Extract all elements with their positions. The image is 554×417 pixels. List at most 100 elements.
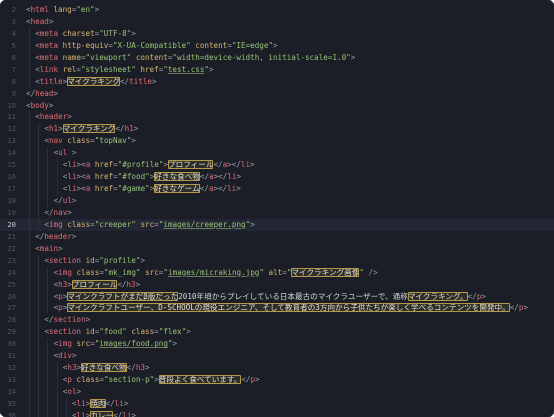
line-number: 3 [11,16,16,26]
code-token: meta [39,28,59,38]
code-line[interactable]: 31 <div> [0,350,554,363]
indent-guide [29,278,30,291]
indent-guide [29,75,30,88]
code-line[interactable]: 9 </head> [0,88,554,100]
code-token: header [44,231,72,241]
code-line[interactable]: 8 <title>マイクラキング</title> [0,75,554,88]
code-line[interactable]: 24 <img class="mk_img" src="images/micrak… [0,266,554,279]
indent-guide [29,206,30,219]
line-number: 8 [11,76,16,86]
code-token: li [67,184,77,194]
code-token: > [236,184,241,194]
indent-guide [38,338,40,351]
highlighted-text: 好きな食べ物 [154,172,200,182]
code-line[interactable]: 4 <meta charset="UTF-8"> [0,27,554,40]
indent-guide [38,326,40,339]
code-token: > [94,5,100,14]
code-token: > [135,279,141,289]
line-number: 34 [7,387,16,396]
code-line[interactable]: 7 <link rel="stylesheet" href="test.css"> [0,63,554,76]
indent-guide [29,362,30,375]
code-line[interactable]: 34 <ol> [0,386,554,398]
code-line[interactable]: 25 <h3>プロフィール</h3> [0,278,554,291]
indent-guide [29,374,30,386]
highlighted-text: マイクラキング。 [407,291,468,301]
code-line[interactable]: 14 <ul > [0,147,554,160]
code-token: "section-p" [103,375,155,385]
indent-guide [56,409,58,417]
code-token: images/creeper.png [163,219,246,229]
indent-guide [29,230,30,243]
code-line[interactable]: 26 <p>マインクラフトがまだβ版だった2010年頃からプレイしている日本最古の… [0,290,554,303]
code-line[interactable]: 23 <section id="profile"> [0,254,554,267]
highlighted-text: 好きなゲーム [154,184,200,194]
code-token: html [30,5,49,14]
indent-guide [38,409,40,417]
indent-guide [47,374,49,386]
indent-guide [38,254,40,267]
code-line[interactable]: 36 <li>カレー</li> [0,409,554,417]
code-line[interactable]: 16 <li><a href="#food">好きな食べ物</a></li> [0,171,554,184]
code-token: img [58,267,72,277]
code-token: > [152,76,157,86]
highlighted-text: プロフィール [71,279,118,289]
code-token: > [255,375,260,385]
code-line[interactable]: 5 <meta http-equiv="X-UA-Compatible" cont… [0,39,554,52]
code-token: title [39,76,63,86]
code-token: </ [199,184,209,194]
code-text: <h1>マイクラキング</h1> [44,123,138,135]
code-line[interactable]: 29 <section id="food" class="flex"> [0,326,554,339]
code-line[interactable]: 13 <nav class="topNav"> [0,135,554,148]
code-editor[interactable]: 2 <html lang="en"> 3 <head> 4 <meta charset="… [0,0,554,417]
code-token: </ [213,160,223,170]
code-lines[interactable]: 2 <html lang="en"> 3 <head> 4 <meta charset="… [0,4,554,417]
code-token: section [48,255,81,265]
code-token: > [48,16,54,26]
highlighted-text: マイクラキング画像 [291,267,360,277]
code-line[interactable]: 11 <header> [0,111,554,124]
indent-guide [56,183,58,195]
code-line[interactable]: 21 </header> [0,230,554,243]
code-text: </header> [35,231,76,243]
code-text: </ul> [54,195,77,207]
code-line[interactable]: 19 </nav> [0,206,554,219]
code-line[interactable]: 30 <img src="images/food.png"> [0,338,554,351]
code-token: </ [509,303,519,313]
code-token: > [58,243,63,253]
indent-guide [56,374,58,386]
line-number: 7 [11,64,16,74]
line-number: 20 [7,219,16,229]
code-line[interactable]: 3 <head> [0,16,554,28]
code-line[interactable]: 33 <p class="section-p">普段よく食べています。</p> [0,374,554,386]
indent-guide [38,350,40,363]
indent-guide [65,409,67,417]
code-line[interactable]: 2 <html lang="en"> [0,4,554,16]
code-line[interactable]: 22 <main> [0,242,554,255]
code-line[interactable]: 18 </ul> [0,195,554,207]
code-line[interactable]: 10 <body> [0,100,554,112]
code-token: "#profile" [117,160,164,170]
code-token: "flex" [158,327,187,337]
code-token: lang [53,5,72,14]
code-line[interactable]: 12 <h1>マイクラキング</h1> [0,123,554,136]
code-token: > [140,255,146,265]
indent-guide [29,159,30,172]
code-line[interactable]: 17 <li><a href="#game">好きなゲーム</a></li> [0,183,554,195]
line-number: 32 [7,363,16,373]
code-line[interactable]: 35 <li>焼肉</li> [0,397,554,410]
code-line[interactable]: 6 <meta name="viewport" content="width=de… [0,51,554,64]
code-line[interactable]: 28 </section> [0,314,554,327]
highlighted-text: プロフィール [168,160,214,170]
code-token: "mk_img" [103,267,141,277]
code-token: section [48,327,81,337]
code-token: id [85,327,95,337]
code-line[interactable]: 27 <p>マインクラフトユーザー、D-SCHOOLの現役エンジニア、そして教育者… [0,302,554,315]
code-token: > [71,231,77,241]
code-line[interactable]: 20 <img class="creeper" src="images/creep… [0,218,554,231]
code-line[interactable]: 15 <li><a href="#profile">プロフィール</a></li> [0,159,554,172]
code-token: > [76,387,82,396]
code-line[interactable]: 32 <h3>好きな食べ物</h3> [0,362,554,375]
code-text: <li><a href="#food">好きな食べ物</a></li> [63,171,241,183]
indent-guide [38,123,40,136]
indent-guide [56,397,58,410]
